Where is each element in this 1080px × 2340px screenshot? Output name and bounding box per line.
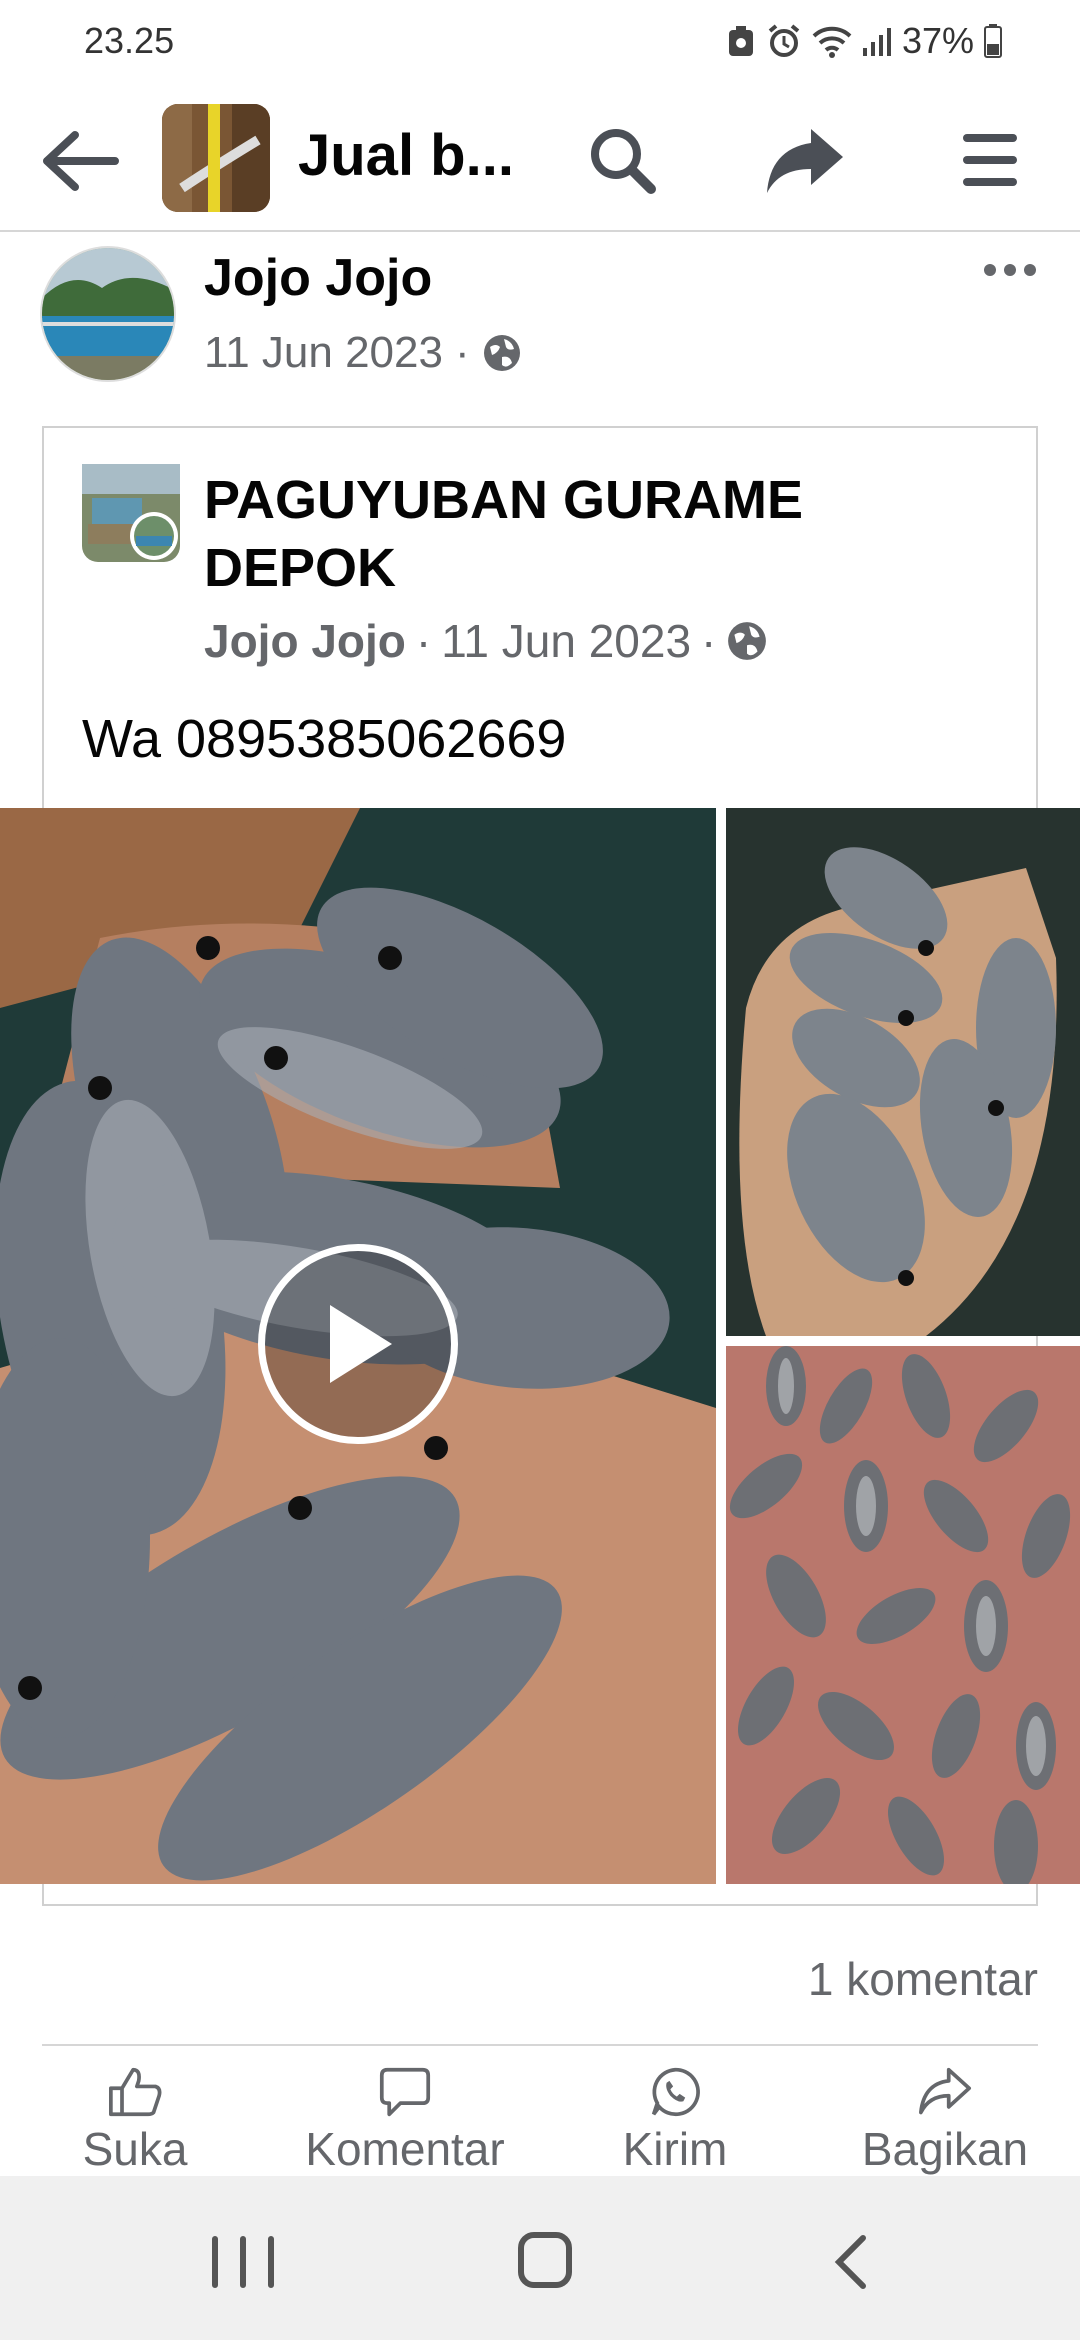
menu-button[interactable]	[948, 118, 1032, 202]
fish-on-net-photo	[726, 1346, 1080, 1884]
thumbs-up-icon	[108, 2067, 162, 2117]
shared-page-avatar[interactable]	[82, 464, 180, 562]
more-options-button[interactable]	[970, 250, 1050, 290]
play-icon	[330, 1305, 392, 1383]
system-back-button[interactable]	[826, 2234, 876, 2290]
globe-icon	[728, 622, 767, 660]
comment-bubble-icon	[379, 2067, 431, 2117]
chevron-left-icon	[834, 2235, 866, 2289]
arrow-left-icon	[43, 131, 119, 191]
fish-in-palm-photo	[726, 808, 1080, 1336]
more-dot	[1024, 264, 1036, 276]
status-time: 23.25	[84, 20, 175, 61]
share-label: Bagikan	[861, 2123, 1029, 2175]
recents-bar	[240, 2236, 246, 2288]
post-text: Wa 0895385062669	[82, 709, 567, 769]
recents-bar	[268, 2236, 274, 2288]
share-post-button[interactable]: Bagikan	[840, 2066, 1050, 2176]
divider	[42, 2044, 1038, 2046]
battery-percent: 37%	[901, 20, 974, 61]
recents-icon	[212, 2236, 218, 2288]
page-avatar-photo	[82, 464, 180, 562]
photo-thumbnail[interactable]	[726, 808, 1080, 1336]
signal-icon	[862, 28, 891, 56]
share-arrow-icon	[767, 129, 843, 193]
hamburger-menu-icon	[963, 134, 1017, 186]
shared-author[interactable]: Jojo Jojo	[204, 614, 406, 668]
search-icon	[591, 129, 656, 194]
meta-separator: ·	[701, 615, 717, 667]
recent-apps-button[interactable]	[212, 2236, 274, 2288]
status-bar: 23.25 37%	[0, 0, 1080, 86]
meta-separator: ·	[454, 328, 470, 377]
comment-button[interactable]: Komentar	[290, 2066, 520, 2176]
comment-label: Komentar	[305, 2123, 505, 2175]
battery-icon	[984, 24, 1002, 58]
group-photo	[162, 104, 270, 212]
send-whatsapp-button[interactable]: Kirim	[600, 2066, 750, 2176]
lock-badge-icon	[728, 26, 753, 56]
shared-page-name[interactable]: PAGUYUBAN GURAME DEPOK	[204, 466, 964, 602]
wifi-icon	[812, 26, 852, 58]
more-dot	[1004, 264, 1016, 276]
author-name[interactable]: Jojo Jojo	[204, 248, 432, 308]
globe-icon	[483, 335, 520, 371]
top-navigation: Jual b...	[0, 86, 1080, 232]
shared-post-meta: Jojo Jojo · 11 Jun 2023 ·	[204, 614, 768, 668]
avatar-photo	[42, 248, 174, 380]
photo-thumbnail[interactable]	[726, 1346, 1080, 1884]
meta-separator: ·	[415, 615, 432, 667]
post-meta: 11 Jun 2023 ·	[204, 328, 522, 378]
shared-date[interactable]: 11 Jun 2023	[441, 614, 691, 668]
post-date[interactable]: 11 Jun 2023	[204, 328, 443, 378]
group-title[interactable]: Jual b...	[298, 122, 528, 189]
like-label: Suka	[82, 2123, 188, 2175]
alarm-icon	[768, 24, 800, 57]
back-button[interactable]	[36, 116, 126, 206]
status-icons: 37%	[726, 20, 1002, 62]
author-avatar[interactable]	[40, 246, 176, 382]
more-dots-icon	[984, 264, 996, 276]
comment-count[interactable]: 1 komentar	[808, 1952, 1038, 2006]
search-button[interactable]	[580, 118, 664, 202]
share-button[interactable]	[760, 118, 850, 202]
like-button[interactable]: Suka	[60, 2066, 210, 2176]
share-outline-icon	[918, 2067, 971, 2115]
whatsapp-icon	[651, 2067, 700, 2117]
send-label: Kirim	[622, 2123, 728, 2175]
group-thumbnail[interactable]	[162, 104, 270, 212]
home-button[interactable]	[518, 2232, 572, 2288]
play-button[interactable]	[258, 1244, 458, 1444]
